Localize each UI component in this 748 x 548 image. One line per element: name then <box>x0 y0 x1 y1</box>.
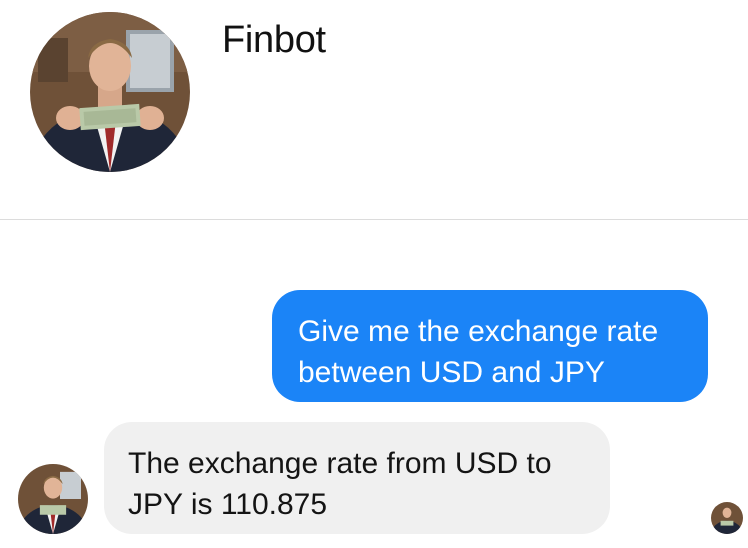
read-receipt-avatar <box>711 502 743 534</box>
message-line: The exchange rate from USD to <box>128 447 552 480</box>
message-line: Give me the exchange rate <box>298 315 659 348</box>
message-line: JPY is 110.875 <box>128 488 328 521</box>
header-divider <box>0 219 748 220</box>
message-line: between USD and JPY <box>298 356 605 389</box>
bot-avatar-small[interactable] <box>18 464 88 534</box>
read-receipt-icon <box>711 502 743 534</box>
incoming-message-bubble[interactable]: The exchange rate from USD to JPY is 110… <box>104 422 610 534</box>
profile-photo-icon <box>30 12 190 172</box>
bot-name: Finbot <box>222 19 326 61</box>
bot-avatar[interactable] <box>30 12 190 172</box>
profile-photo-icon <box>18 464 88 534</box>
chat-header: Finbot <box>0 0 748 220</box>
outgoing-message-bubble[interactable]: Give me the exchange rate between USD an… <box>272 290 708 402</box>
